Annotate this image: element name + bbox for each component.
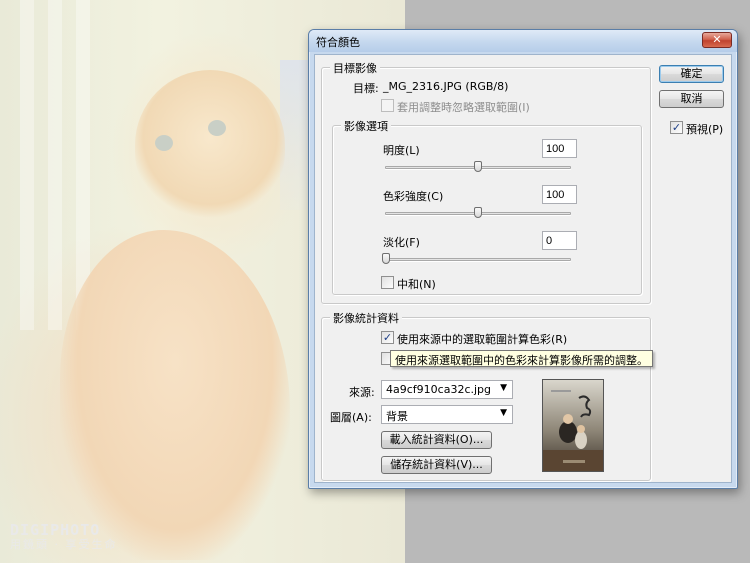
image-options-group-title: 影像選項 xyxy=(341,118,391,134)
source-select-value: 4a9cf910ca32c.jpg xyxy=(386,383,492,396)
luminance-slider-thumb[interactable] xyxy=(474,161,482,172)
fade-slider-thumb[interactable] xyxy=(382,253,390,264)
fade-input[interactable] xyxy=(542,231,577,250)
fade-label: 淡化(F) xyxy=(383,236,420,249)
layer-label: 圖層(A): xyxy=(330,411,372,424)
color-intensity-input[interactable] xyxy=(542,185,577,204)
use-selection-source-label: 使用來源中的選取範圍計算色彩(R) xyxy=(397,333,568,346)
color-intensity-label: 色彩強度(C) xyxy=(383,190,444,203)
image-statistics-group-title: 影像統計資料 xyxy=(330,310,402,326)
target-image-group-title: 目標影像 xyxy=(330,60,380,76)
cat-body xyxy=(60,230,290,560)
title-bar[interactable]: 符合顏色 ✕ xyxy=(309,30,737,52)
source-select[interactable]: 4a9cf910ca32c.jpg ▼ xyxy=(381,380,513,399)
watermark-brand: DIGIPHOTO xyxy=(10,521,101,539)
load-statistics-button[interactable]: 載入統計資料(O)... xyxy=(381,431,492,449)
cancel-button[interactable]: 取消 xyxy=(659,90,724,108)
use-selection-source-checkbox[interactable]: ✓ xyxy=(381,331,394,344)
checkmark-icon: ✓ xyxy=(382,331,393,344)
target-label: 目標: xyxy=(353,82,379,95)
luminance-label: 明度(L) xyxy=(383,144,420,157)
layer-select-value: 背景 xyxy=(386,410,408,423)
ignore-selection-label: 套用調整時忽略選取範圍(I) xyxy=(397,101,530,114)
cat-eye xyxy=(155,135,173,151)
source-thumbnail xyxy=(542,379,604,472)
ok-button[interactable]: 確定 xyxy=(659,65,724,83)
color-intensity-slider-thumb[interactable] xyxy=(474,207,482,218)
preview-label: 預視(P) xyxy=(686,123,724,136)
fade-slider[interactable] xyxy=(385,258,571,261)
source-label: 來源: xyxy=(349,386,375,399)
cat-eye xyxy=(208,120,226,136)
layer-select[interactable]: 背景 ▼ xyxy=(381,405,513,424)
ignore-selection-checkbox[interactable] xyxy=(381,99,394,112)
target-value: _MG_2316.JPG (RGB/8) xyxy=(383,80,509,93)
close-icon: ✕ xyxy=(712,33,722,46)
dropdown-arrow-icon: ▼ xyxy=(500,408,507,418)
neutralize-checkbox[interactable] xyxy=(381,276,394,289)
watermark-slogan: 用鏡頭 · 享受生命 xyxy=(10,537,118,551)
watermark: DIGIPHOTO 用鏡頭 · 享受生命 xyxy=(10,521,118,551)
preview-checkbox[interactable]: ✓ xyxy=(670,121,683,134)
neutralize-label: 中和(N) xyxy=(397,278,436,291)
luminance-input[interactable] xyxy=(542,139,577,158)
window-light-stripe xyxy=(20,0,34,330)
dialog-title: 符合顏色 xyxy=(316,36,360,49)
checkmark-icon: ✓ xyxy=(671,121,682,134)
window-light-stripe xyxy=(48,0,62,330)
dropdown-arrow-icon: ▼ xyxy=(500,383,507,393)
image-options-group: 影像選項 xyxy=(332,118,642,295)
thumbnail-image xyxy=(543,380,603,471)
tooltip: 使用來源選取範圍中的色彩來計算影像所需的調整。 xyxy=(390,350,653,367)
close-button[interactable]: ✕ xyxy=(702,32,732,48)
save-statistics-button[interactable]: 儲存統計資料(V)... xyxy=(381,456,492,474)
